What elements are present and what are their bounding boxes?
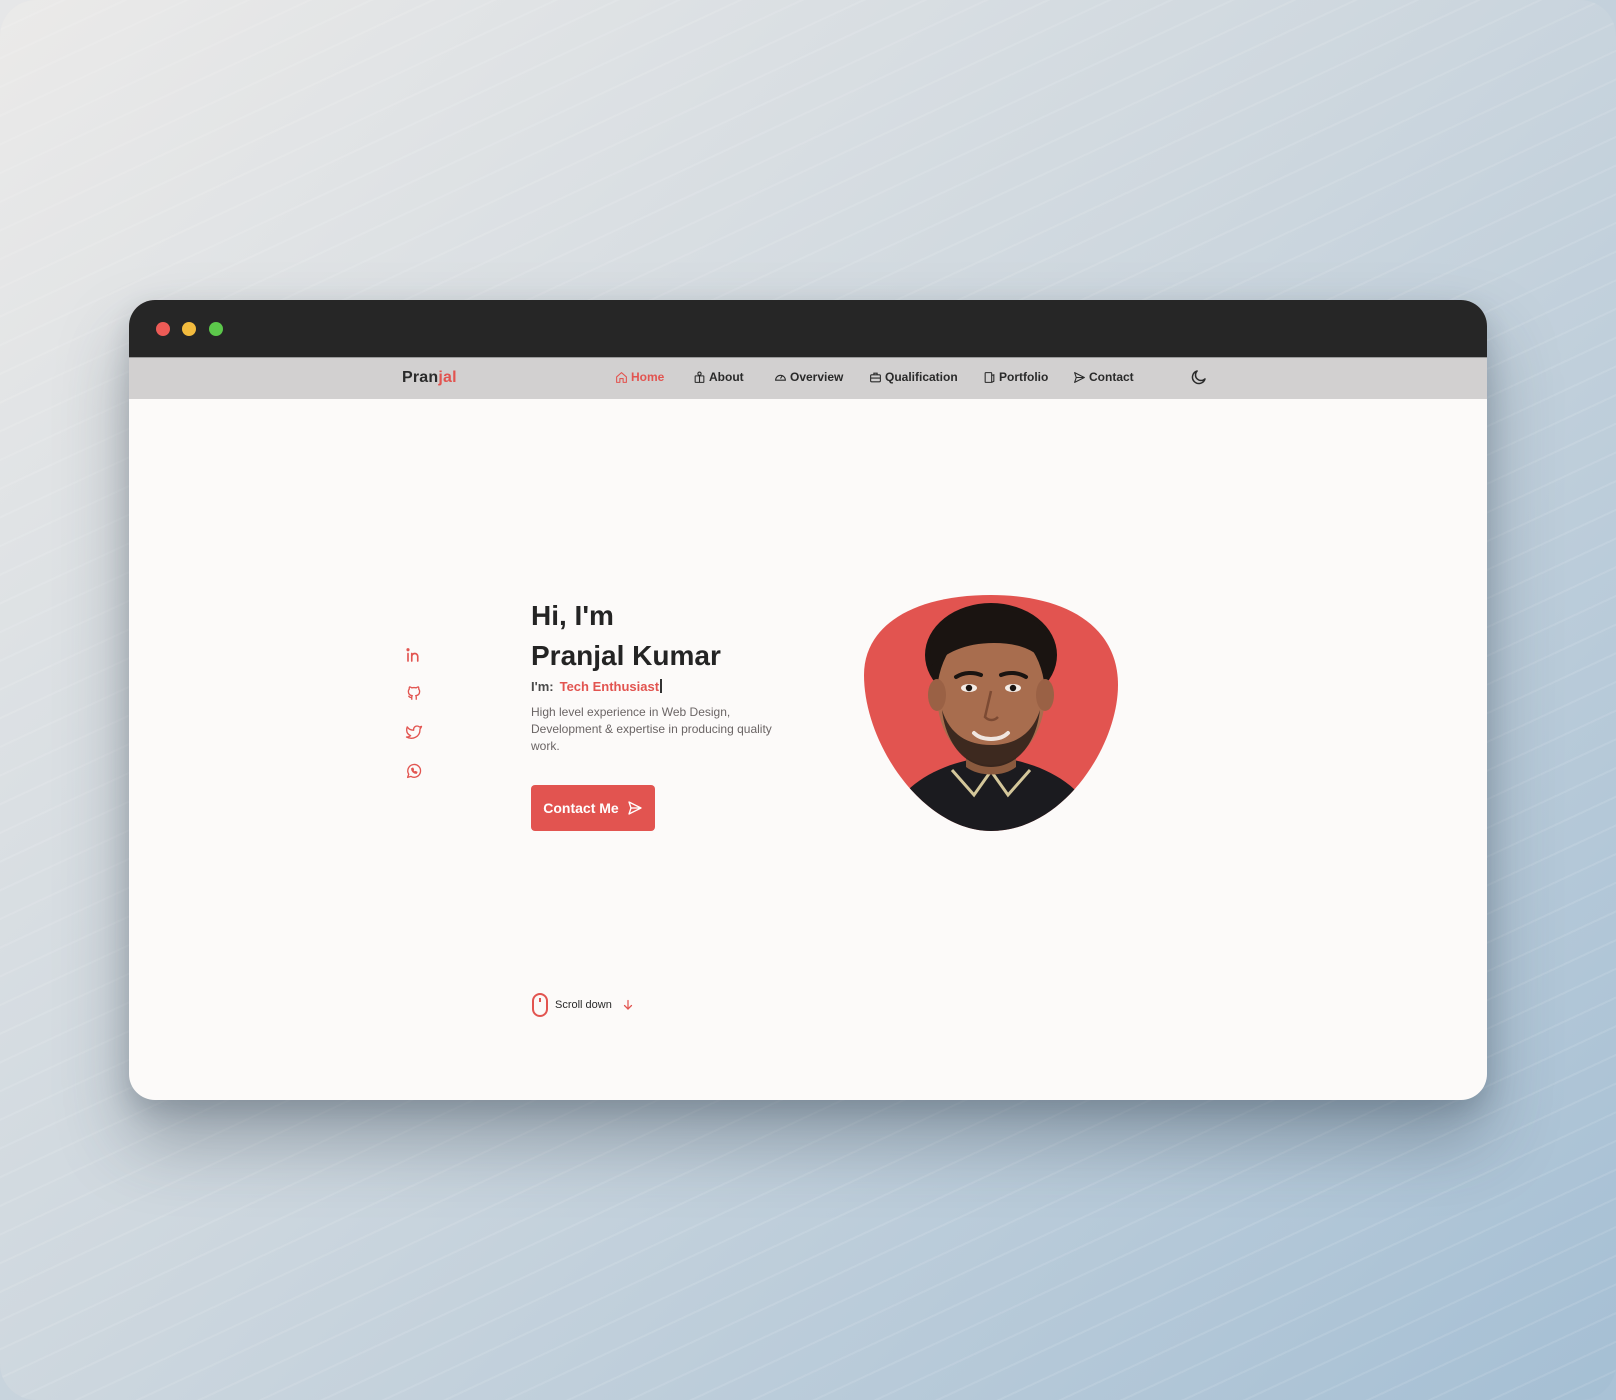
whatsapp-icon (406, 763, 422, 779)
scroll-down-label: Scroll down (555, 999, 612, 1011)
twitter-icon (405, 725, 423, 739)
typing-cursor (660, 679, 663, 693)
arrow-down-icon (623, 999, 632, 1010)
hero-greeting: Hi, I'm (531, 600, 614, 631)
home-section: Hi, I'm Pranjal Kumar I'm: Tech Enthusias… (129, 398, 1487, 1100)
whatsapp-link[interactable] (405, 762, 423, 780)
nav-label: Contact (1089, 370, 1134, 384)
profile-avatar (864, 595, 1118, 831)
close-window-button[interactable] (156, 322, 170, 336)
hero-role: I'm: Tech Enthusiast (531, 678, 663, 696)
nav-about[interactable]: About (693, 370, 744, 384)
nav-label: Qualification (885, 370, 958, 384)
logo-accent: jal (438, 369, 457, 386)
send-icon (1074, 371, 1085, 383)
gauge-icon (775, 374, 786, 381)
nav-label: Overview (790, 370, 844, 384)
linkedin-icon (406, 648, 419, 662)
mouse-icon (532, 993, 548, 1017)
window-titlebar (129, 300, 1487, 357)
briefcase-icon (870, 372, 881, 382)
nav-qualification[interactable]: Qualification (869, 370, 958, 384)
twitter-link[interactable] (405, 723, 423, 741)
contact-me-button[interactable]: Contact Me (531, 785, 655, 831)
role-value: Tech Enthusiast (559, 679, 660, 694)
nav-label: Home (631, 370, 665, 384)
logo-prefix: Pran (402, 369, 439, 386)
github-link[interactable] (405, 684, 423, 702)
nav-portfolio[interactable]: Portfolio (983, 370, 1048, 384)
nav-contact[interactable]: Contact (1073, 370, 1134, 384)
hero-description: High level experience in Web Design, Dev… (531, 705, 772, 753)
desktop-background: Pranjal Home About Overview Qualificatio… (0, 0, 1616, 1400)
site-navbar: Pranjal Home About Overview Qualificatio… (129, 357, 1487, 399)
github-icon (407, 686, 421, 700)
maximize-window-button[interactable] (209, 322, 223, 336)
moon-icon[interactable] (1190, 368, 1208, 386)
cta-label: Contact Me (543, 800, 619, 816)
portfolio-icon (984, 371, 995, 383)
role-prefix: I'm: (531, 679, 554, 694)
site-logo[interactable]: Pranjal (402, 369, 457, 387)
browser-window: Pranjal Home About Overview Qualificatio… (129, 300, 1487, 1100)
hero-name: Pranjal Kumar (531, 640, 721, 671)
scroll-down-link[interactable]: Scroll down (531, 993, 634, 1017)
nav-overview[interactable]: Overview (774, 370, 843, 384)
nav-label: Portfolio (999, 370, 1049, 384)
minimize-window-button[interactable] (182, 322, 196, 336)
profile-photo-blob (864, 595, 1118, 831)
nav-home[interactable]: Home (615, 370, 664, 384)
send-icon (628, 801, 642, 815)
home-icon (616, 371, 627, 383)
linkedin-link[interactable] (405, 646, 423, 664)
user-icon (694, 371, 705, 383)
nav-label: About (709, 370, 744, 384)
